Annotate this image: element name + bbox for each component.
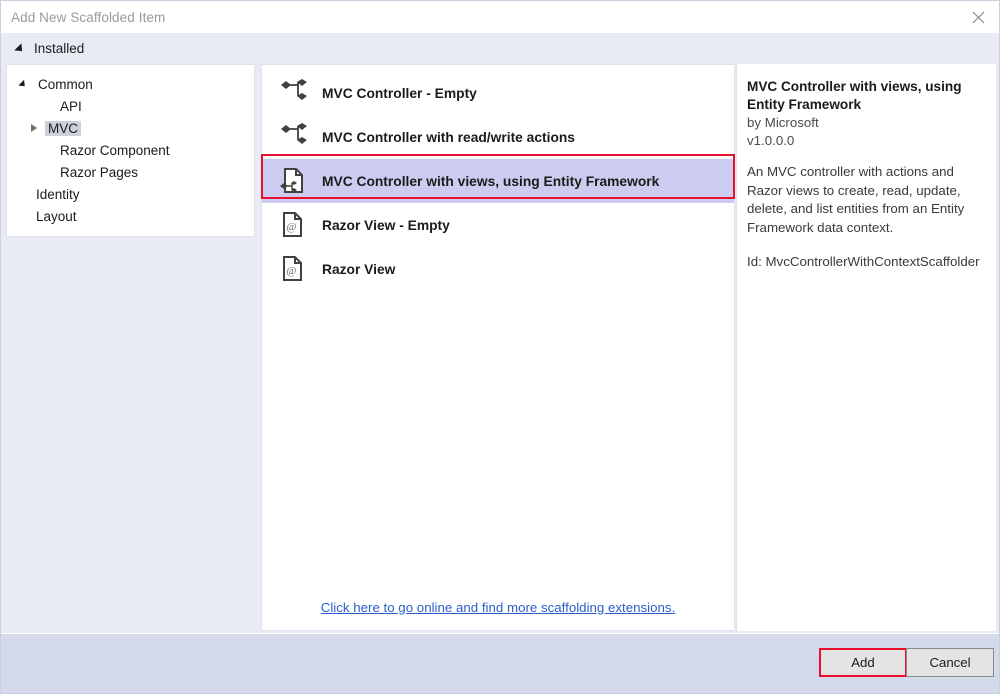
more-scaffolding-extensions-link[interactable]: Click here to go online and find more sc… [321, 600, 676, 615]
list-item-label: MVC Controller with views, using Entity … [322, 173, 660, 189]
controller-node-icon [276, 76, 310, 110]
razor-view-document-icon: @ [276, 208, 310, 242]
detail-author: by Microsoft [747, 115, 819, 130]
add-button[interactable]: Add [819, 648, 907, 677]
list-item-label: MVC Controller - Empty [322, 85, 477, 101]
detail-version: v1.0.0.0 [747, 133, 795, 148]
list-item[interactable]: @ Razor View [262, 247, 734, 291]
list-item[interactable]: MVC Controller with views, using Entity … [262, 159, 734, 203]
tree-item-common[interactable]: Common [7, 73, 254, 95]
list-item-label: Razor View - Empty [322, 217, 450, 233]
close-icon[interactable] [956, 1, 999, 33]
tree-item-layout[interactable]: Layout [7, 205, 254, 227]
scaffold-detail-panel: MVC Controller with views, using Entity … [736, 64, 996, 631]
tree-item-label: Identity [36, 186, 80, 202]
title-bar: Add New Scaffolded Item [1, 1, 999, 33]
tree-item-label: Razor Component [60, 142, 170, 158]
triangle-down-icon [14, 42, 26, 55]
tree-item-label: API [60, 98, 82, 114]
list-item-label: Razor View [322, 261, 396, 277]
chevron-right-icon[interactable] [31, 124, 37, 132]
detail-description: An MVC controller with actions and Razor… [747, 164, 965, 235]
controller-document-node-icon [276, 164, 310, 198]
list-item[interactable]: @ Razor View - Empty [262, 203, 734, 247]
detail-id: Id: MvcControllerWithContextScaffolder [747, 254, 980, 269]
tree-item-label: MVC [45, 120, 81, 136]
tree-item-label: Razor Pages [60, 164, 139, 180]
detail-title: MVC Controller with views, using Entity … [747, 79, 962, 112]
installed-section-header[interactable]: Installed [1, 33, 999, 64]
tree-item-label: Layout [36, 208, 77, 224]
add-new-scaffolded-item-dialog: Add New Scaffolded Item Installed Common… [0, 0, 1000, 694]
list-item[interactable]: MVC Controller with read/write actions [262, 115, 734, 159]
installed-label: Installed [34, 41, 85, 56]
svg-text:@: @ [286, 221, 296, 233]
more-extensions-link-wrapper: Click here to go online and find more sc… [261, 599, 735, 617]
chevron-down-icon [18, 79, 28, 89]
dialog-footer: Add Cancel [1, 633, 999, 693]
controller-node-icon [276, 120, 310, 154]
tree-item-label: Common [38, 76, 93, 92]
category-tree-panel: Common API MVC Razor Component Razor Pag… [6, 64, 255, 237]
scaffold-list-panel: MVC Controller - Empty MVC Controller wi… [261, 64, 735, 631]
tree-item-razor-pages[interactable]: Razor Pages [7, 161, 254, 183]
list-item-label: MVC Controller with read/write actions [322, 129, 575, 145]
page-title: Add New Scaffolded Item [11, 9, 166, 25]
tree-item-mvc[interactable]: MVC [7, 117, 254, 139]
cancel-button[interactable]: Cancel [906, 648, 994, 677]
tree-item-identity[interactable]: Identity [7, 183, 254, 205]
list-item[interactable]: MVC Controller - Empty [262, 71, 734, 115]
svg-text:@: @ [286, 265, 296, 277]
tree-item-api[interactable]: API [7, 95, 254, 117]
razor-view-document-icon: @ [276, 252, 310, 286]
tree-item-razor-component[interactable]: Razor Component [7, 139, 254, 161]
